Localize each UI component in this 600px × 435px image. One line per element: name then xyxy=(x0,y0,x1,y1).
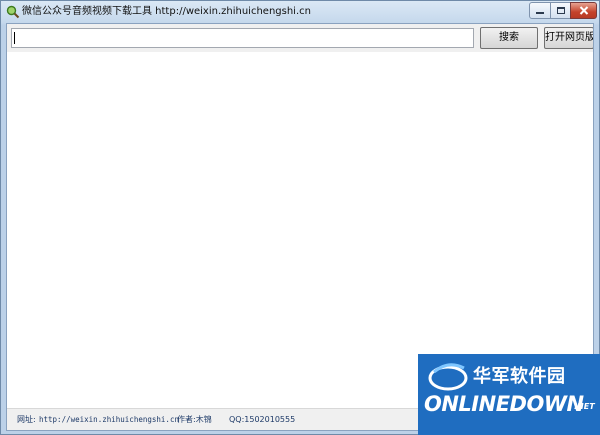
status-author: 作者:木锦 xyxy=(177,415,212,424)
search-button[interactable]: 搜索 xyxy=(480,27,538,49)
window-title: 微信公众号音频视频下载工具 http://weixin.zhihuichengs… xyxy=(22,6,311,17)
watermark-brand-text: ONLINEDOWN xyxy=(424,392,584,416)
globe-logo-icon xyxy=(428,363,468,391)
title-bar[interactable]: 微信公众号音频视频下载工具 http://weixin.zhihuichengs… xyxy=(1,1,599,23)
minimize-button[interactable] xyxy=(529,2,551,19)
close-icon xyxy=(579,6,588,15)
watermark-tld-text: .NET xyxy=(574,402,595,411)
status-url: http://weixin.zhihuichengshi.cn xyxy=(39,415,179,424)
text-caret xyxy=(14,32,15,44)
onlinedown-watermark: 华军软件园 ONLINEDOWN .NET xyxy=(418,354,600,435)
minimize-icon xyxy=(536,12,544,14)
watermark-chinese-text: 华军软件园 xyxy=(473,366,566,387)
close-button[interactable] xyxy=(570,2,597,19)
search-toolbar: 搜索 打开网页版 xyxy=(7,24,593,52)
search-app-icon xyxy=(6,5,20,19)
maximize-icon xyxy=(556,7,565,14)
search-input[interactable] xyxy=(11,28,474,48)
open-web-version-button[interactable]: 打开网页版 xyxy=(544,27,593,49)
maximize-button[interactable] xyxy=(550,2,571,19)
status-qq: QQ:1502010555 xyxy=(229,415,296,424)
status-url-label: 网址: xyxy=(17,415,36,424)
